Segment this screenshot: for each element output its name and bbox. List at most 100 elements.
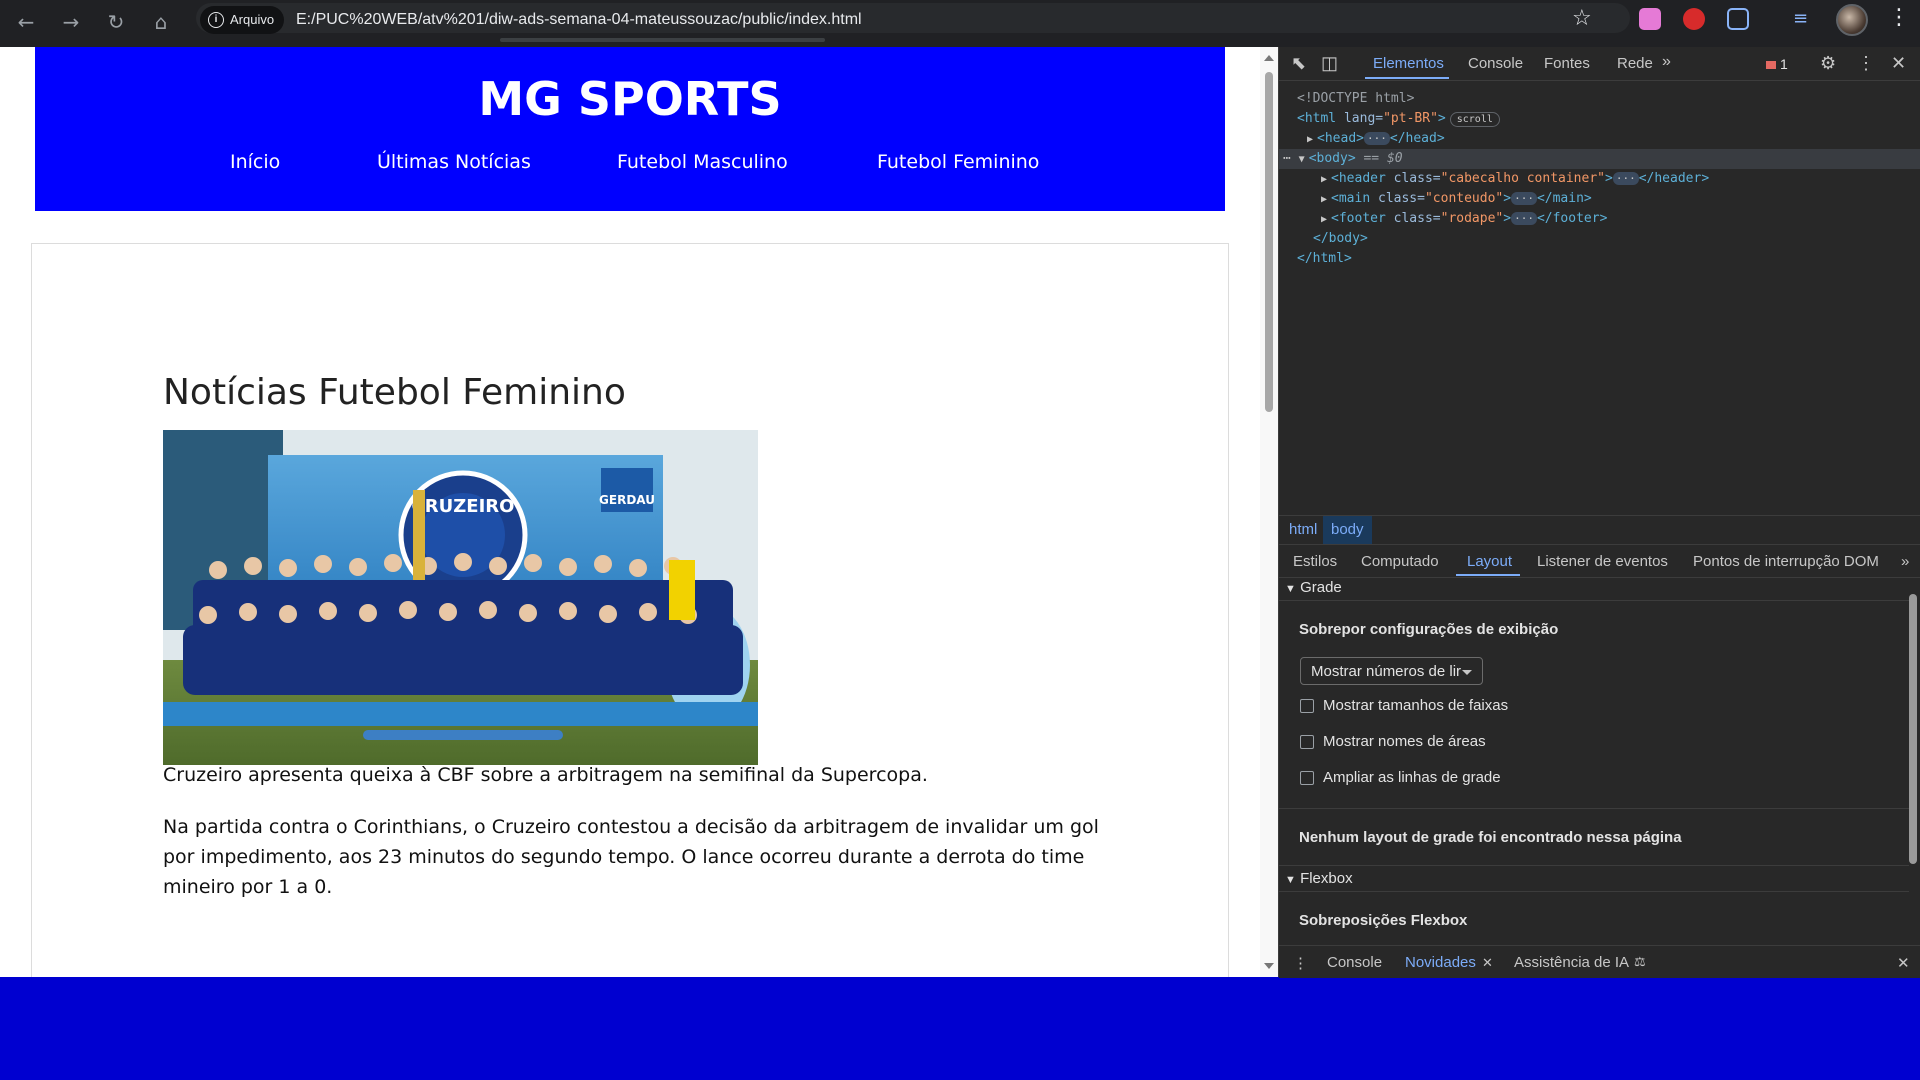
error-flag-icon <box>1766 61 1776 69</box>
devtools-drawer-tabs: ⋮ Console Novidades ✕ Assistência de IA … <box>1279 945 1920 978</box>
tab-listener-eventos[interactable]: Listener de eventos <box>1537 553 1668 570</box>
sidebar-panel-tabs: Estilos Computado Layout Listener de eve… <box>1279 544 1920 578</box>
site-title: MG SPORTS <box>478 72 782 126</box>
close-drawer-icon[interactable]: ✕ <box>1897 954 1910 972</box>
flexbox-heading: Flexbox <box>1300 870 1353 887</box>
dom-html-close[interactable]: </html> <box>1297 249 1352 269</box>
drawer-tab-console[interactable]: Console <box>1327 954 1382 971</box>
body-close-tag: </body> <box>1313 231 1368 246</box>
home-icon[interactable]: ⌂ <box>145 6 177 38</box>
no-grid-message: Nenhum layout de grade foi encontrado ne… <box>1299 829 1682 846</box>
tab-fontes[interactable]: Fontes <box>1544 55 1590 72</box>
header-ellipsis[interactable]: ··· <box>1612 172 1639 185</box>
reading-list-icon[interactable]: ≡ <box>1793 8 1815 30</box>
dom-body-close[interactable]: </body> <box>1313 229 1368 249</box>
devtools-menu-icon[interactable]: ⋮ <box>1857 53 1875 74</box>
bookmark-star-icon[interactable]: ☆ <box>1572 6 1592 31</box>
line-numbers-select[interactable]: Mostrar números de lir <box>1300 657 1483 685</box>
layout-pane-scrollbar-thumb[interactable] <box>1909 594 1917 864</box>
breadcrumb-body[interactable]: body <box>1323 516 1372 544</box>
more-tabs-icon[interactable]: » <box>1662 53 1671 71</box>
photo-sponsor-text: GERDAU <box>599 493 655 507</box>
settings-gear-icon[interactable]: ⚙ <box>1820 53 1836 74</box>
nav-link-futebol-feminino[interactable]: Futebol Feminino <box>877 151 1039 173</box>
tab-console[interactable]: Console <box>1468 55 1523 72</box>
breadcrumb-html[interactable]: html <box>1289 521 1317 538</box>
checkbox-track-sizes[interactable]: Mostrar tamanhos de faixas <box>1300 697 1508 714</box>
dom-body-selected[interactable]: ⋯ ▼ <body> == $0 <box>1279 149 1920 169</box>
tab-estilos[interactable]: Estilos <box>1293 553 1337 570</box>
footer-tag: <footer <box>1331 211 1386 226</box>
layout-tab-underline <box>1456 574 1520 576</box>
checkbox-box[interactable] <box>1300 698 1314 713</box>
news-section-title: Notícias Futebol Feminino <box>163 372 626 413</box>
error-counter[interactable]: 1 <box>1766 56 1788 72</box>
close-novidades-icon[interactable]: ✕ <box>1482 955 1493 971</box>
checkbox-box[interactable] <box>1300 770 1314 785</box>
dom-head[interactable]: ▶ <head> ··· </head> <box>1307 129 1445 149</box>
divider <box>1279 865 1909 866</box>
main-close-tag: </main> <box>1536 191 1592 206</box>
address-bar[interactable]: i Arquivo E:/PUC%20WEB/atv%201/diw-ads-s… <box>196 3 1630 34</box>
tab-elementos[interactable]: Elementos <box>1373 55 1444 72</box>
flask-icon: ⚖ <box>1634 954 1646 969</box>
drawer-tab-novidades[interactable]: Novidades <box>1405 954 1476 971</box>
dom-footer[interactable]: ▶ <footer class="rodape"> ··· </footer> <box>1321 209 1607 229</box>
dom-header[interactable]: ▶ <header class="cabecalho container"> ···… <box>1321 169 1709 189</box>
doctype-text: <!DOCTYPE html> <box>1297 91 1415 106</box>
nav-link-ultimas-noticias[interactable]: Últimas Notícias <box>377 151 531 173</box>
divider <box>1279 600 1909 601</box>
reload-icon[interactable]: ↻ <box>100 6 132 38</box>
devtools-tabbar: ⬉ ◫ Elementos Console Fontes Rede » 1 ⚙ … <box>1279 47 1920 81</box>
checkbox-extend-lines[interactable]: Ampliar as linhas de grade <box>1300 769 1501 786</box>
scroll-up-arrow-icon[interactable] <box>1264 55 1274 61</box>
scroll-down-arrow-icon[interactable] <box>1264 963 1274 969</box>
tab-computado[interactable]: Computado <box>1361 553 1439 570</box>
device-toolbar-icon[interactable]: ◫ <box>1321 53 1338 74</box>
page-scrollbar-thumb[interactable] <box>1265 72 1273 412</box>
head-close-tag: </head> <box>1389 131 1445 146</box>
inspect-element-icon[interactable]: ⬉ <box>1291 53 1306 74</box>
main-ellipsis[interactable]: ··· <box>1511 192 1537 205</box>
nav-link-inicio[interactable]: Início <box>230 151 280 173</box>
html-close-tag: </html> <box>1297 251 1352 266</box>
dom-main[interactable]: ▶ <main class="conteudo"> ··· </main> <box>1321 189 1592 209</box>
extension-m-icon[interactable] <box>1639 8 1661 30</box>
tab-layout[interactable]: Layout <box>1467 553 1512 570</box>
browser-menu-icon[interactable]: ⋮ <box>1888 5 1910 30</box>
layout-pane-scrollbar[interactable] <box>1907 582 1917 932</box>
extension-red-icon[interactable] <box>1683 8 1705 30</box>
head-ellipsis[interactable]: ··· <box>1364 132 1390 145</box>
tab-pontos-interrupcao[interactable]: Pontos de interrupção DOM <box>1693 553 1879 570</box>
more-panel-tabs-icon[interactable]: » <box>1901 553 1909 570</box>
extensions-puzzle-icon[interactable] <box>1727 8 1749 30</box>
back-arrow-icon[interactable]: ← <box>10 6 42 38</box>
dom-html-open[interactable]: <html lang="pt-BR"> scroll <box>1297 109 1500 129</box>
footer-ellipsis[interactable]: ··· <box>1511 212 1537 225</box>
page-scrollbar[interactable] <box>1260 47 1278 977</box>
drawer-tab-assistencia-ia[interactable]: Assistência de IA <box>1514 954 1629 971</box>
close-devtools-icon[interactable]: ✕ <box>1891 53 1906 74</box>
url-text[interactable]: E:/PUC%20WEB/atv%201/diw-ads-semana-04-m… <box>296 3 862 37</box>
overlay-settings-title: Sobrepor configurações de exibição <box>1299 621 1559 638</box>
html-tag-open: <html <box>1297 111 1337 126</box>
devtools-panel: ⬉ ◫ Elementos Console Fontes Rede » 1 ⚙ … <box>1278 47 1920 978</box>
header-class-value: "cabecalho container" <box>1440 171 1605 186</box>
forward-arrow-icon[interactable]: → <box>55 6 87 38</box>
tab-rede[interactable]: Rede <box>1617 55 1653 72</box>
checkbox-label: Mostrar tamanhos de faixas <box>1323 697 1509 714</box>
scroll-badge[interactable]: scroll <box>1449 112 1500 127</box>
profile-avatar[interactable] <box>1836 4 1868 36</box>
nav-link-futebol-masculino[interactable]: Futebol Masculino <box>617 151 788 173</box>
checkbox-box[interactable] <box>1300 734 1314 749</box>
drawer-menu-icon[interactable]: ⋮ <box>1293 954 1308 972</box>
security-chip[interactable]: i Arquivo <box>200 6 285 34</box>
dom-doctype[interactable]: <!DOCTYPE html> <box>1297 89 1414 109</box>
news-caption: Cruzeiro apresenta queixa à CBF sobre a … <box>163 764 928 786</box>
footer-class-attr: class <box>1393 211 1433 226</box>
grade-section-toggle[interactable]: ▼ Grade <box>1285 579 1342 596</box>
checkbox-label: Mostrar nomes de áreas <box>1323 733 1486 750</box>
main-class-attr: class <box>1378 191 1418 206</box>
checkbox-area-names[interactable]: Mostrar nomes de áreas <box>1300 733 1486 750</box>
flexbox-section-toggle[interactable]: ▼ Flexbox <box>1285 870 1353 887</box>
